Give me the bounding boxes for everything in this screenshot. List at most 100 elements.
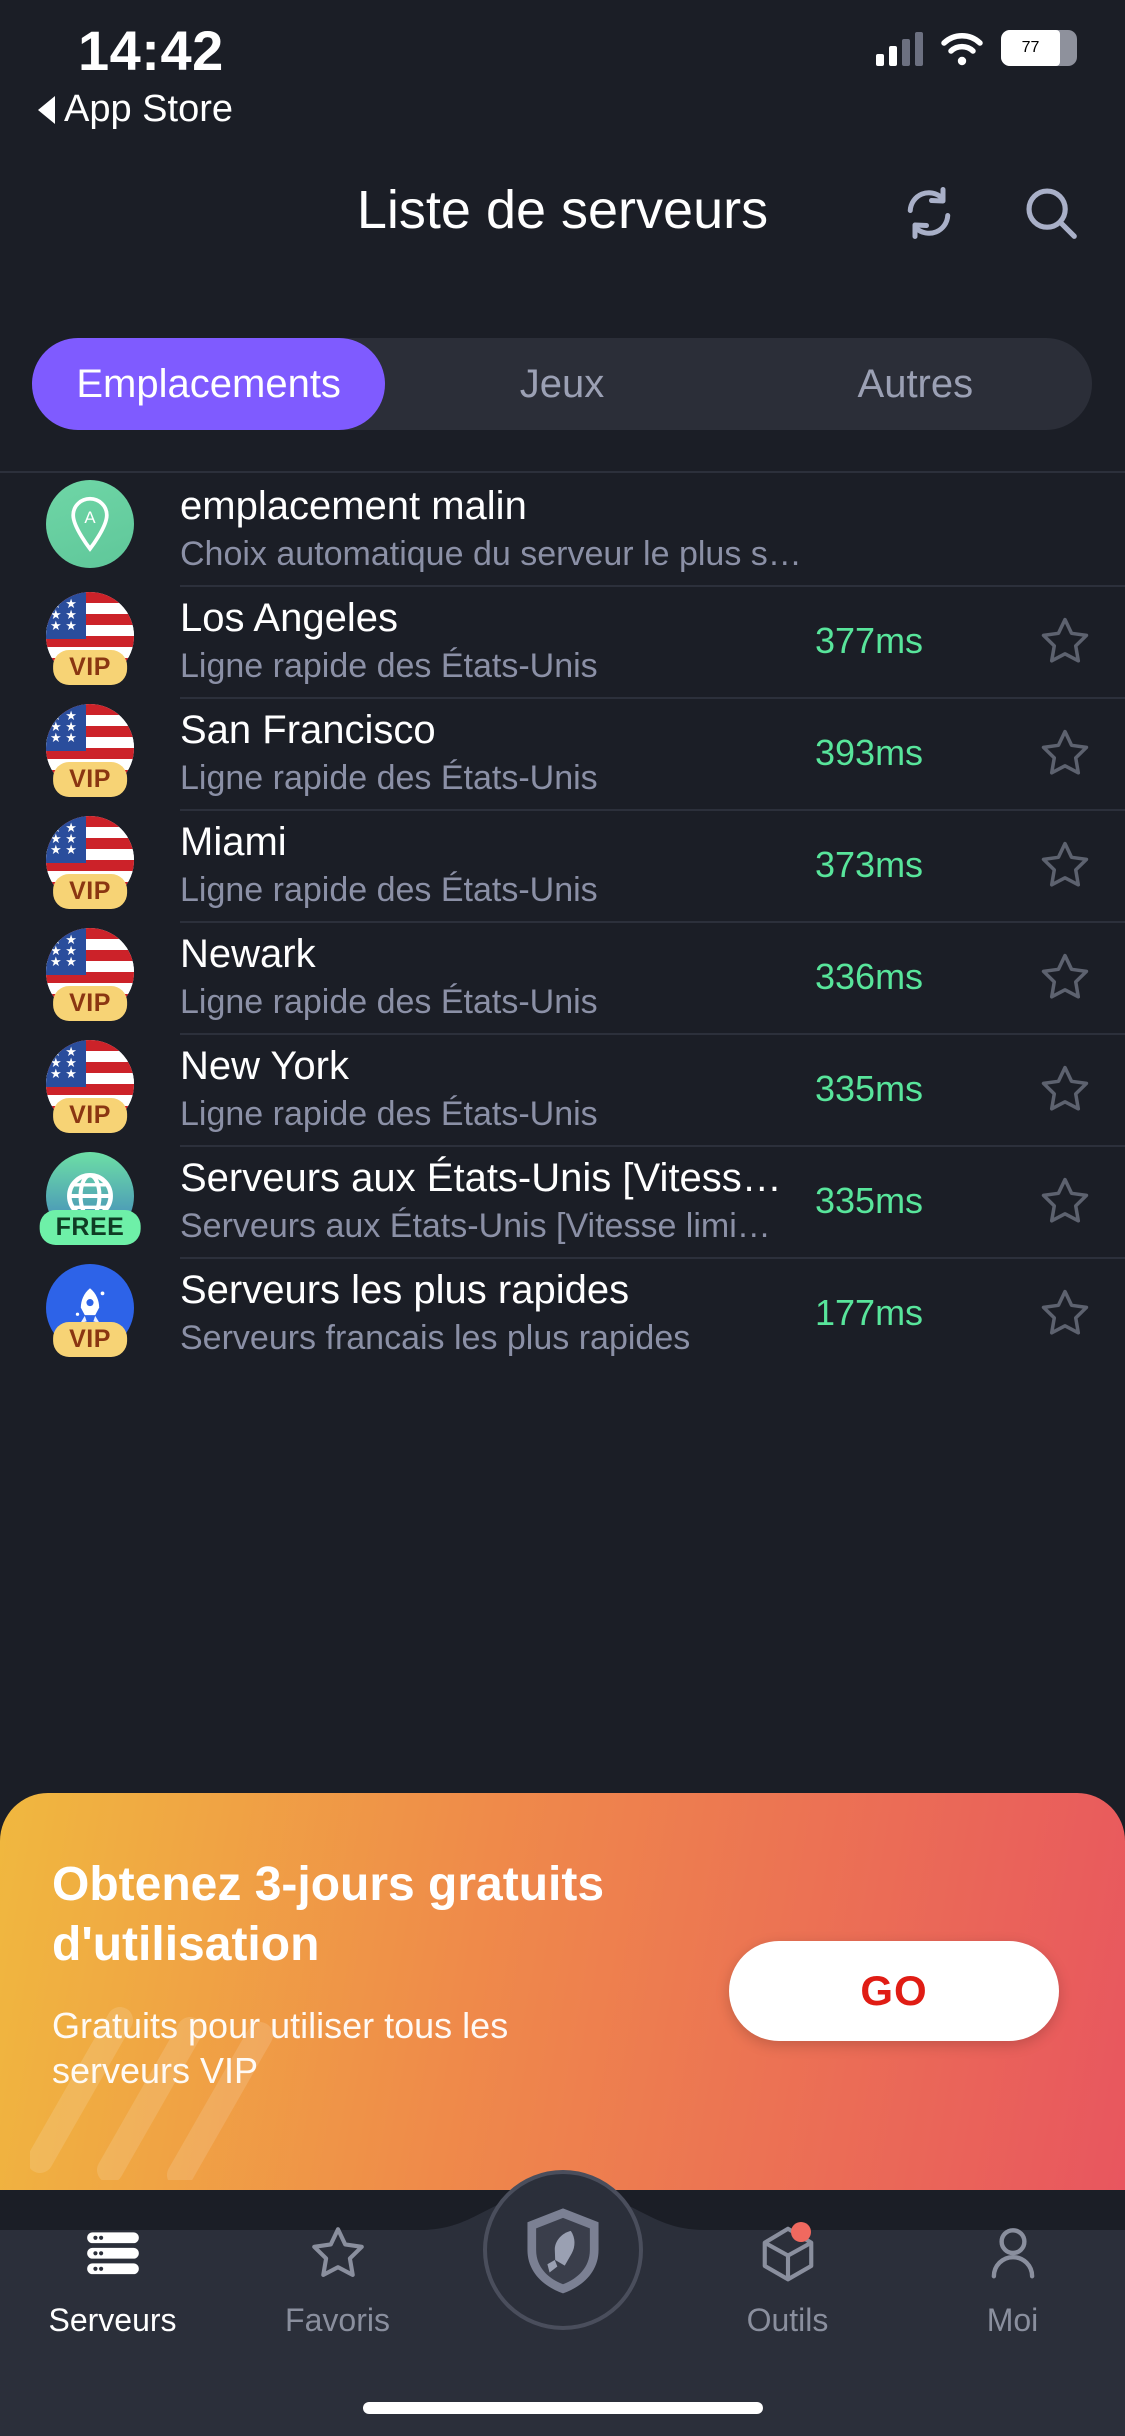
row-text: San Francisco Ligne rapide des États-Uni… <box>180 707 815 798</box>
row-text: Newark Ligne rapide des États-Unis <box>180 931 815 1022</box>
nav-connect-button[interactable] <box>482 2170 643 2330</box>
row-title: New York <box>180 1044 349 1089</box>
row-title: Serveurs aux États-Unis [Vitess… <box>180 1156 782 1201</box>
row-favorite-toggle[interactable] <box>1005 725 1125 781</box>
row-icon: VIP <box>0 921 180 1033</box>
vip-badge: VIP <box>53 1322 127 1357</box>
list-item[interactable]: VIP Los Angeles Ligne rapide des États-U… <box>0 585 1125 697</box>
nav-label: Outils <box>746 2302 829 2338</box>
app-screen: 14:42 App Store 77 Liste de serveurs Emp… <box>0 0 1125 2436</box>
row-subtitle: Ligne rapide des États-Unis <box>180 871 598 910</box>
row-ping: 336ms <box>815 956 924 997</box>
row-ping: 335ms <box>815 1180 924 1221</box>
row-subtitle: Ligne rapide des États-Unis <box>180 1095 598 1134</box>
nav-item-moi[interactable]: Moi <box>900 2190 1125 2436</box>
vip-badge: VIP <box>53 762 127 797</box>
list-item[interactable]: VIP New York Ligne rapide des États-Unis… <box>0 1033 1125 1145</box>
row-text: New York Ligne rapide des États-Unis <box>180 1043 815 1134</box>
promo-title: Obtenez 3-jours gratuits d'utilisation <box>52 1858 605 1971</box>
row-divider <box>180 697 1125 699</box>
row-favorite-toggle[interactable] <box>1005 1061 1125 1117</box>
row-icon: VIP <box>0 809 180 921</box>
star-outline-icon <box>1041 1177 1089 1223</box>
nav-label: Moi <box>986 2302 1039 2338</box>
back-to-app-store-link[interactable]: App Store <box>38 88 233 131</box>
server-list[interactable]: A emplacement malin Choix automatique du… <box>0 473 1125 1793</box>
nav-label: Favoris <box>285 2302 390 2338</box>
vip-badge: VIP <box>53 986 127 1021</box>
row-icon: VIP <box>0 1033 180 1145</box>
nav-item-outils[interactable]: Outils <box>675 2190 900 2436</box>
row-title: emplacement malin <box>180 484 527 529</box>
star-outline-icon <box>1041 1289 1089 1335</box>
star-outline-icon <box>1041 1065 1089 1111</box>
row-divider <box>180 585 1125 587</box>
row-divider <box>180 1145 1125 1147</box>
back-arrow-icon <box>38 95 55 124</box>
promo-go-button[interactable]: GO <box>729 1941 1059 2041</box>
tab-emplacements[interactable]: Emplacements <box>32 338 386 430</box>
page-header: Liste de serveurs <box>0 155 1125 280</box>
row-title: Newark <box>180 932 316 977</box>
row-icon: A <box>0 473 180 585</box>
row-divider <box>180 921 1125 923</box>
list-item[interactable]: FREE Serveurs aux États-Unis [Vitess… Se… <box>0 1145 1125 1257</box>
category-tabs: Emplacements Jeux Autres <box>32 338 1092 430</box>
battery-icon: 77 <box>1001 30 1077 66</box>
promo-subtitle: Gratuits pour utiliser tous les serveurs… <box>52 2005 509 2091</box>
row-divider <box>180 809 1125 811</box>
row-favorite-toggle[interactable] <box>1005 1285 1125 1341</box>
nav-item-favoris[interactable]: Favoris <box>225 2190 450 2436</box>
toolbox-cube-icon <box>757 2218 819 2288</box>
row-favorite-toggle[interactable] <box>1005 949 1125 1005</box>
wifi-icon <box>941 32 983 66</box>
row-subtitle: Ligne rapide des États-Unis <box>180 983 598 1022</box>
status-time: 14:42 <box>78 19 224 82</box>
refresh-button[interactable] <box>893 177 965 249</box>
row-icon: VIP <box>0 697 180 809</box>
row-subtitle: Choix automatique du serveur le plus sta… <box>180 535 805 574</box>
row-icon: VIP <box>0 1257 180 1369</box>
vip-badge: VIP <box>53 650 127 685</box>
row-text: Serveurs aux États-Unis [Vitess… Serveur… <box>180 1155 815 1246</box>
row-favorite-toggle[interactable] <box>1005 613 1125 669</box>
cellular-signal-icon <box>876 32 923 66</box>
row-text: emplacement malin Choix automatique du s… <box>180 483 815 574</box>
row-divider <box>180 1257 1125 1259</box>
search-button[interactable] <box>1015 177 1087 249</box>
row-text: Miami Ligne rapide des États-Unis <box>180 819 815 910</box>
list-item[interactable]: A emplacement malin Choix automatique du… <box>0 473 1125 585</box>
row-favorite-toggle[interactable] <box>1005 837 1125 893</box>
list-item[interactable]: VIP Newark Ligne rapide des États-Unis 3… <box>0 921 1125 1033</box>
row-divider <box>180 1033 1125 1035</box>
star-outline-icon <box>1041 953 1089 999</box>
promo-banner[interactable]: Obtenez 3-jours gratuits d'utilisation G… <box>0 1793 1125 2190</box>
servers-stack-icon <box>82 2218 144 2288</box>
free-badge: FREE <box>39 1210 141 1245</box>
star-outline-icon <box>1041 617 1089 663</box>
row-ping: 335ms <box>815 1068 924 1109</box>
bottom-navigation: Serveurs Favoris Outils Moi <box>0 2170 1125 2436</box>
header-actions <box>893 177 1087 249</box>
nav-item-serveurs[interactable]: Serveurs <box>0 2190 225 2436</box>
tab-jeux[interactable]: Jeux <box>385 338 738 430</box>
back-label: App Store <box>64 88 233 130</box>
row-subtitle: Serveurs aux États-Unis [Vitesse limi… <box>180 1207 771 1246</box>
vip-badge: VIP <box>53 874 127 909</box>
status-bar: 14:42 App Store 77 <box>0 0 1125 140</box>
row-title: Los Angeles <box>180 596 398 641</box>
row-favorite-toggle[interactable] <box>1005 1173 1125 1229</box>
shield-rocket-icon <box>526 2208 599 2294</box>
list-item[interactable]: VIP Miami Ligne rapide des États-Unis 37… <box>0 809 1125 921</box>
row-title: Serveurs les plus rapides <box>180 1268 630 1313</box>
list-item[interactable]: VIP San Francisco Ligne rapide des États… <box>0 697 1125 809</box>
row-text: Serveurs les plus rapides Serveurs franc… <box>180 1267 815 1358</box>
star-outline-icon <box>307 2218 369 2288</box>
row-subtitle: Ligne rapide des États-Unis <box>180 759 598 798</box>
battery-level: 77 <box>1021 39 1040 56</box>
tab-autres[interactable]: Autres <box>739 338 1092 430</box>
list-item[interactable]: VIP Serveurs les plus rapides Serveurs f… <box>0 1257 1125 1369</box>
search-icon <box>1026 188 1077 239</box>
row-ping: 377ms <box>815 620 924 661</box>
vip-badge: VIP <box>53 1098 127 1133</box>
